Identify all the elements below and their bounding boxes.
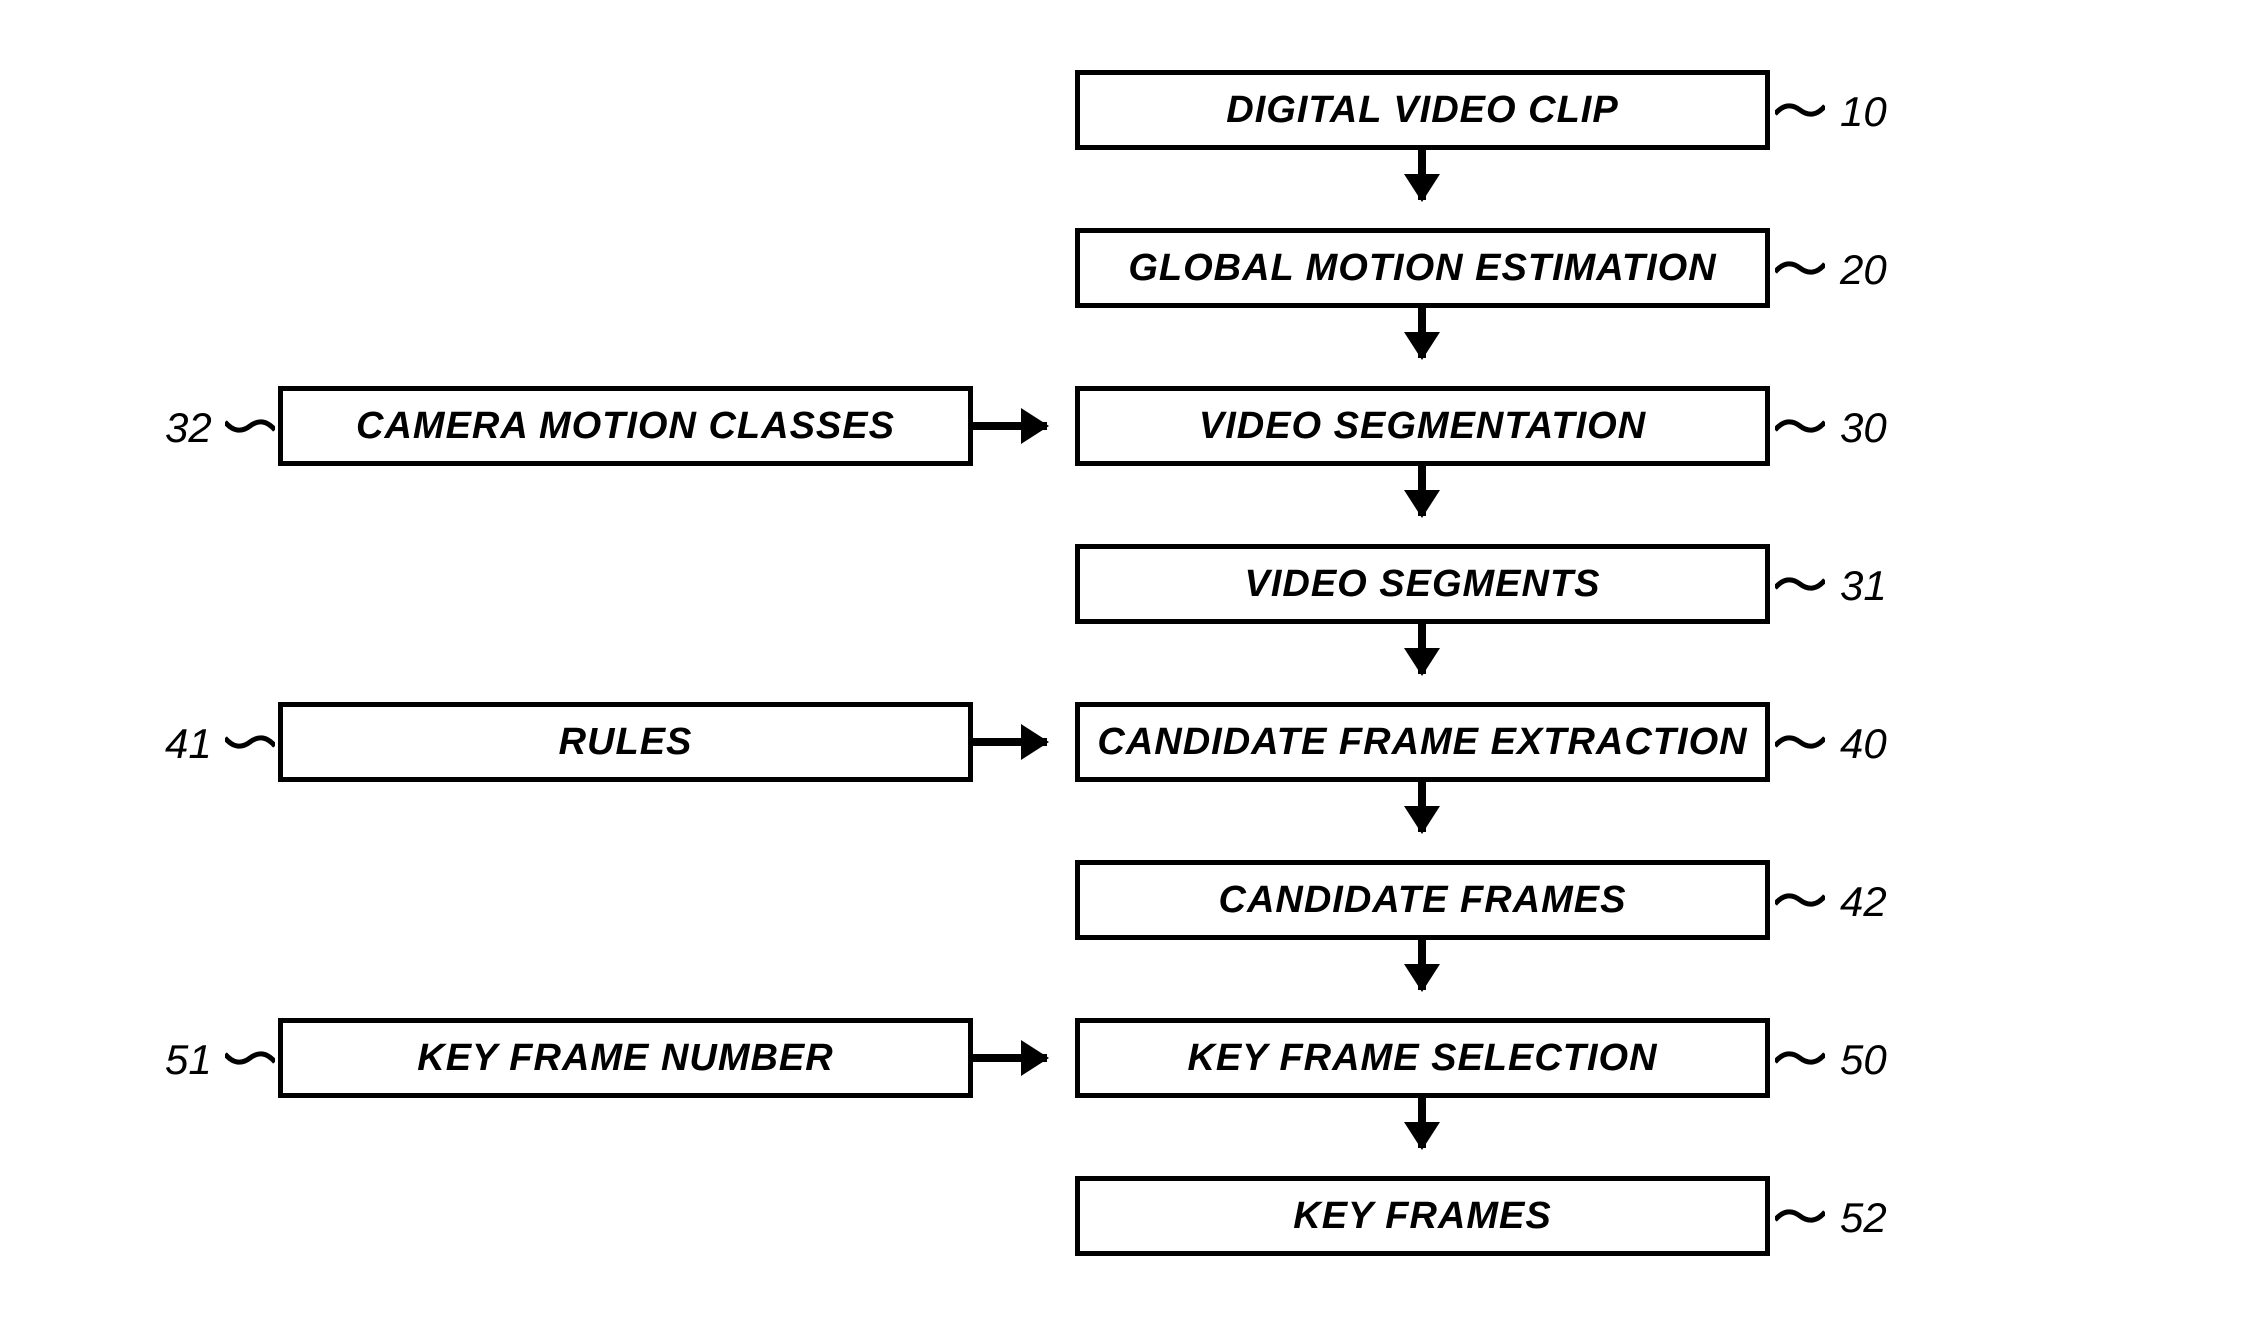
tilde-connector bbox=[1775, 732, 1825, 752]
tilde-connector bbox=[225, 732, 275, 752]
tilde-connector bbox=[1775, 258, 1825, 278]
box-label: RULES bbox=[559, 721, 693, 764]
tilde-connector bbox=[1775, 574, 1825, 594]
ref-label: 52 bbox=[1840, 1194, 1887, 1242]
box-digital-video-clip: DIGITAL VIDEO CLIP bbox=[1075, 70, 1770, 150]
tilde-connector bbox=[1775, 416, 1825, 436]
box-label: DIGITAL VIDEO CLIP bbox=[1226, 89, 1618, 132]
box-label: VIDEO SEGMENTATION bbox=[1199, 405, 1646, 448]
ref-label: 20 bbox=[1840, 246, 1887, 294]
box-label: KEY FRAME NUMBER bbox=[417, 1037, 833, 1080]
box-label: KEY FRAMES bbox=[1293, 1195, 1551, 1238]
arrow-right bbox=[973, 738, 1047, 746]
box-key-frames: KEY FRAMES bbox=[1075, 1176, 1770, 1256]
tilde-connector bbox=[1775, 1048, 1825, 1068]
box-label: GLOBAL MOTION ESTIMATION bbox=[1128, 247, 1716, 290]
box-label: CANDIDATE FRAMES bbox=[1219, 879, 1627, 922]
box-video-segments: VIDEO SEGMENTS bbox=[1075, 544, 1770, 624]
box-candidate-frames: CANDIDATE FRAMES bbox=[1075, 860, 1770, 940]
box-key-frame-number: KEY FRAME NUMBER bbox=[278, 1018, 973, 1098]
box-camera-motion-classes: CAMERA MOTION CLASSES bbox=[278, 386, 973, 466]
box-video-segmentation: VIDEO SEGMENTATION bbox=[1075, 386, 1770, 466]
arrow-down bbox=[1418, 308, 1426, 358]
arrow-right bbox=[973, 422, 1047, 430]
tilde-connector bbox=[1775, 1206, 1825, 1226]
ref-label: 50 bbox=[1840, 1036, 1887, 1084]
box-label: VIDEO SEGMENTS bbox=[1244, 563, 1600, 606]
ref-label: 30 bbox=[1840, 404, 1887, 452]
arrow-down bbox=[1418, 1098, 1426, 1148]
arrow-down bbox=[1418, 782, 1426, 832]
box-rules: RULES bbox=[278, 702, 973, 782]
ref-label: 42 bbox=[1840, 878, 1887, 926]
ref-label: 41 bbox=[165, 720, 212, 768]
ref-label: 10 bbox=[1840, 88, 1887, 136]
arrow-down bbox=[1418, 624, 1426, 674]
arrow-down bbox=[1418, 150, 1426, 200]
ref-label: 40 bbox=[1840, 720, 1887, 768]
box-key-frame-selection: KEY FRAME SELECTION bbox=[1075, 1018, 1770, 1098]
arrow-right bbox=[973, 1054, 1047, 1062]
box-label: CAMERA MOTION CLASSES bbox=[356, 405, 895, 448]
box-global-motion-estimation: GLOBAL MOTION ESTIMATION bbox=[1075, 228, 1770, 308]
box-label: KEY FRAME SELECTION bbox=[1187, 1037, 1657, 1080]
ref-label: 32 bbox=[165, 404, 212, 452]
arrow-down bbox=[1418, 940, 1426, 990]
ref-label: 31 bbox=[1840, 562, 1887, 610]
tilde-connector bbox=[225, 416, 275, 436]
box-candidate-frame-extraction: CANDIDATE FRAME EXTRACTION bbox=[1075, 702, 1770, 782]
tilde-connector bbox=[1775, 890, 1825, 910]
arrow-down bbox=[1418, 466, 1426, 516]
tilde-connector bbox=[1775, 100, 1825, 120]
tilde-connector bbox=[225, 1048, 275, 1068]
box-label: CANDIDATE FRAME EXTRACTION bbox=[1097, 721, 1747, 764]
ref-label: 51 bbox=[165, 1036, 212, 1084]
